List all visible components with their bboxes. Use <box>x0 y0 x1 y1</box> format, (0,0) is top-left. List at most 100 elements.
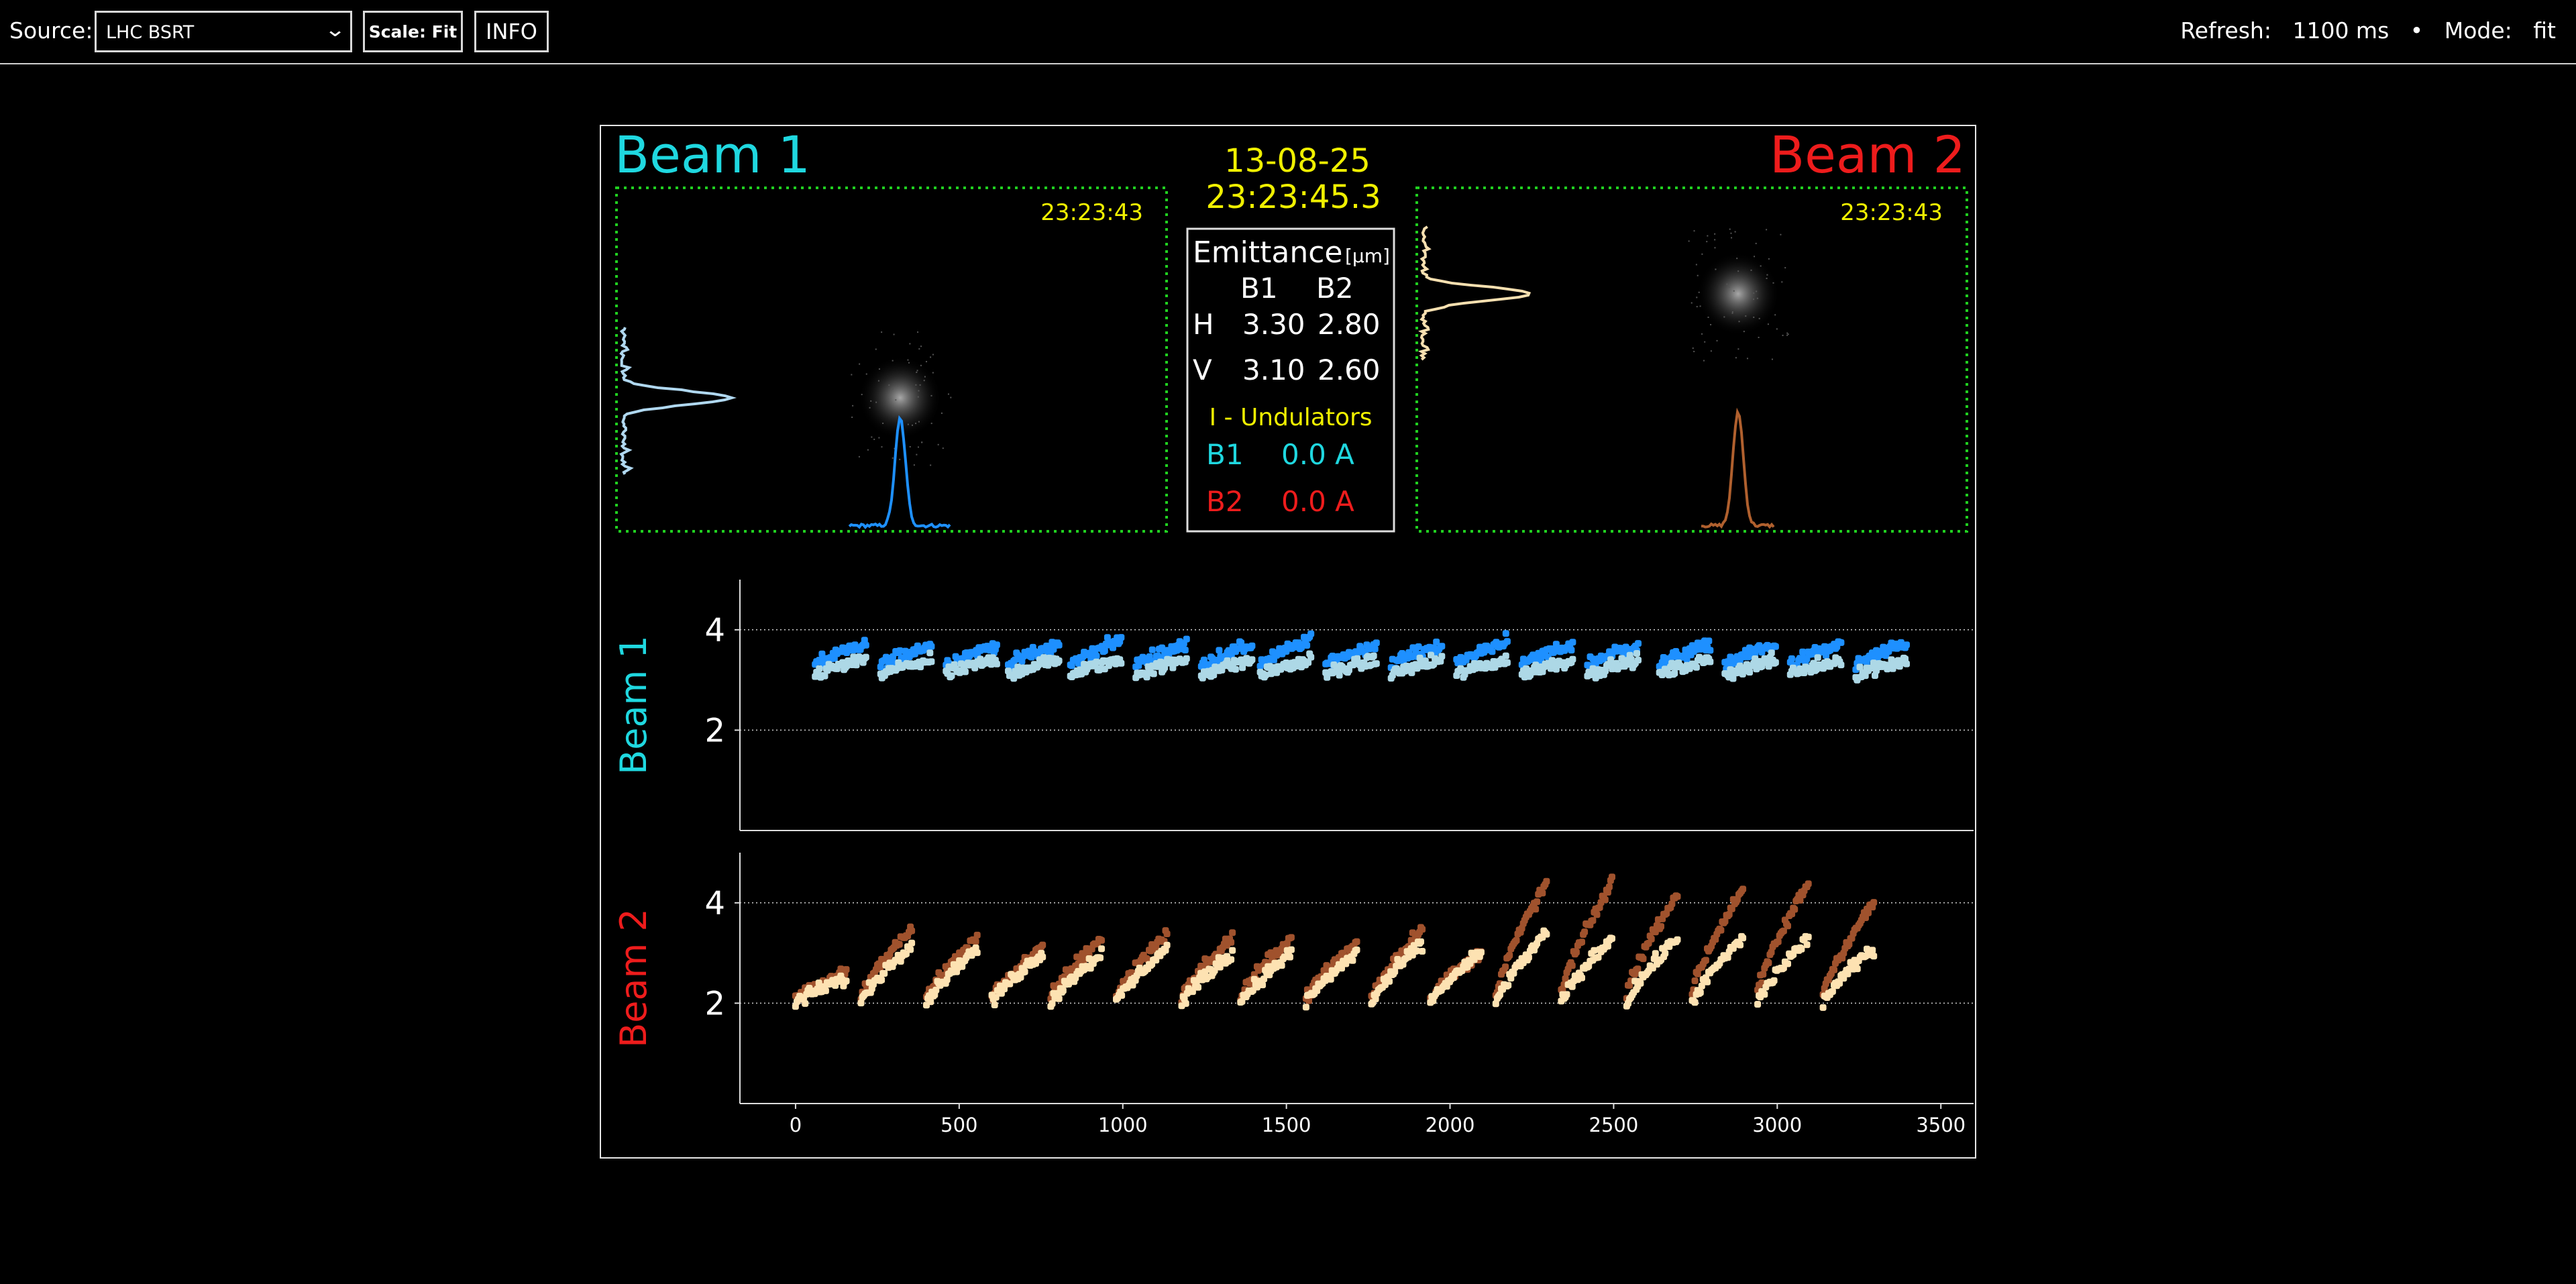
data-point <box>1829 987 1836 995</box>
data-point <box>1371 645 1379 653</box>
data-point <box>1419 948 1426 955</box>
data-point <box>1195 983 1201 991</box>
beam2-image-time: 23:23:43 <box>1840 199 1943 226</box>
data-point <box>878 976 885 983</box>
data-point <box>1055 641 1063 649</box>
data-point <box>1506 952 1513 959</box>
refresh-status: Refresh: 1100 ms • Mode: fit <box>2180 17 2556 44</box>
x-tick-label: 3000 <box>1752 1114 1802 1136</box>
data-point <box>1163 930 1171 937</box>
info-button[interactable]: INFO <box>474 11 549 52</box>
data-point <box>1098 945 1105 953</box>
data-point <box>1287 934 1295 941</box>
undulator-b2-label: B2 <box>1206 485 1244 518</box>
data-point <box>1707 658 1714 665</box>
data-point <box>926 649 934 657</box>
source-label: Source: <box>9 17 93 44</box>
x-tick-label: 2000 <box>1426 1114 1475 1136</box>
bsrt-figure-svg: Beam 1 Beam 2 13-08-25 23:23:45.3 23:23:… <box>612 126 1974 1136</box>
y-tick-label: 4 <box>704 885 725 922</box>
emittance-unit: [μm] <box>1345 245 1390 267</box>
data-point <box>1182 1000 1189 1007</box>
data-point <box>1563 991 1570 998</box>
undulators-title: I - Undulators <box>1209 404 1372 431</box>
data-point <box>1870 953 1878 960</box>
x-tick-label: 2500 <box>1589 1114 1639 1136</box>
data-point <box>1869 947 1876 954</box>
data-point <box>1691 999 1699 1006</box>
data-point <box>1609 873 1615 881</box>
data-point <box>1229 929 1236 937</box>
data-point <box>961 668 969 676</box>
data-point <box>1634 965 1642 973</box>
data-point <box>1336 672 1343 679</box>
series-h <box>792 873 1878 1006</box>
data-point <box>881 970 888 977</box>
data-point <box>1543 877 1550 885</box>
data-point <box>1183 655 1190 662</box>
data-point <box>1837 661 1845 669</box>
data-point <box>1525 954 1532 961</box>
data-point <box>1831 966 1837 973</box>
data-point <box>1572 949 1580 956</box>
beam1-image-time: 23:23:43 <box>1040 199 1143 226</box>
data-point <box>1502 630 1509 637</box>
x-tick-label: 1500 <box>1262 1114 1311 1136</box>
data-point <box>1098 937 1105 944</box>
data-point <box>1737 941 1743 949</box>
status-separator: • <box>2410 17 2424 44</box>
data-point <box>1489 648 1496 655</box>
x-tick-label: 500 <box>941 1114 977 1136</box>
y-tick-label: 4 <box>704 612 725 649</box>
data-point <box>1788 655 1795 662</box>
undulator-b1-value: 0.0 A <box>1281 438 1354 471</box>
data-point <box>1228 956 1235 963</box>
data-point <box>1477 949 1485 956</box>
data-point <box>1287 946 1295 953</box>
data-point <box>1581 928 1589 936</box>
data-point <box>816 665 823 672</box>
data-point <box>1761 991 1768 998</box>
undulator-b1-label: B1 <box>1206 438 1244 471</box>
data-point <box>1093 653 1100 659</box>
time-text: 23:23:45.3 <box>1205 178 1381 216</box>
data-point <box>928 643 935 650</box>
data-point <box>973 949 981 957</box>
data-point <box>857 1000 865 1007</box>
data-point <box>1870 899 1878 906</box>
y-axis-label: Beam 2 <box>612 908 655 1047</box>
data-point <box>1248 642 1256 649</box>
data-point <box>1760 971 1767 978</box>
data-point <box>822 987 829 994</box>
beam2-title: Beam 2 <box>1770 126 1966 184</box>
emittance-h-b2: 2.80 <box>1318 308 1381 341</box>
source-select[interactable]: LHC BSRT ⌄ <box>95 11 352 52</box>
x-tick-label: 3500 <box>1916 1114 1966 1136</box>
data-point <box>1865 909 1872 916</box>
refresh-value: 1100 ms <box>2292 17 2390 44</box>
data-point <box>1543 930 1550 938</box>
data-point <box>1353 938 1360 945</box>
data-point <box>1640 955 1647 963</box>
data-point <box>1693 663 1700 671</box>
data-point <box>1774 938 1782 945</box>
data-point <box>1229 947 1236 954</box>
data-point <box>1532 906 1540 913</box>
data-point <box>1039 953 1046 961</box>
data-point <box>1302 1004 1309 1011</box>
data-point <box>862 641 869 649</box>
data-point <box>862 653 869 661</box>
data-point <box>1055 657 1063 664</box>
scale-button[interactable]: Scale: Fit <box>363 11 463 52</box>
data-point <box>1705 637 1713 645</box>
data-point <box>1097 954 1104 961</box>
data-point <box>1707 647 1714 654</box>
data-point <box>1534 898 1541 906</box>
data-point <box>1118 659 1125 667</box>
data-point <box>1765 959 1772 967</box>
data-point <box>1568 647 1575 654</box>
data-point <box>1505 981 1512 989</box>
data-point <box>1702 957 1709 964</box>
emittance-v-b2: 2.60 <box>1318 354 1381 386</box>
data-point <box>1181 647 1189 653</box>
